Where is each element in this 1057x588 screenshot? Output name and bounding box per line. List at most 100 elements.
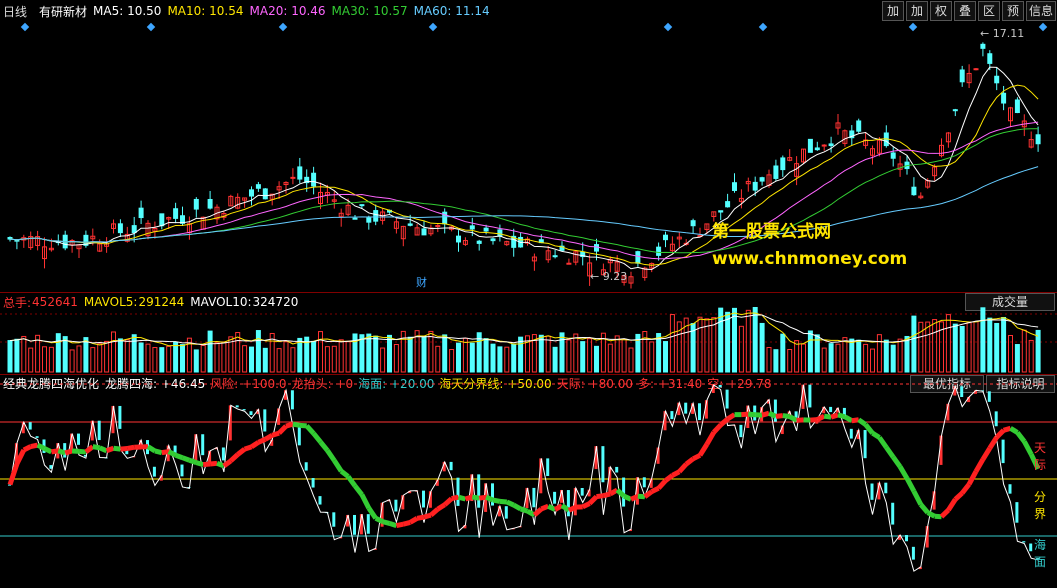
indicator-bar (580, 488, 584, 496)
trend-segment (1022, 440, 1034, 456)
volume-bar (469, 342, 475, 373)
toolbar-button[interactable]: 加 (881, 1, 904, 21)
indicator-bar (504, 506, 508, 519)
trend-segment (332, 459, 344, 473)
candle (987, 53, 993, 64)
trend-segment (863, 423, 875, 435)
candle (359, 204, 365, 207)
period-label[interactable]: 日线 (3, 3, 27, 20)
candle (635, 251, 641, 264)
volume-bar (1021, 329, 1027, 373)
indicator-bar (28, 422, 32, 430)
indicator-bar (1022, 541, 1026, 543)
volume-bar (766, 347, 772, 373)
volume-bar (449, 349, 455, 373)
volume-bar (918, 321, 924, 373)
candle (1001, 92, 1007, 104)
indicator-chart[interactable] (0, 374, 1057, 588)
volume-bar (180, 344, 185, 373)
volume-bar (870, 348, 875, 373)
trend-segment (650, 486, 660, 494)
volume-bar (35, 334, 41, 373)
trend-segment (637, 493, 645, 500)
trend-segment (339, 469, 350, 479)
trend-segment (36, 442, 46, 451)
trend-segment (478, 494, 487, 501)
volume-bar (663, 341, 668, 373)
trend-segment (505, 499, 515, 508)
volume-bar (48, 346, 54, 373)
trend-segment (146, 444, 157, 454)
trend-segment (1015, 430, 1027, 443)
ma-line (9, 166, 1039, 243)
indicator-bar (35, 436, 39, 438)
indicator-bar (566, 490, 570, 517)
volume-bar (559, 332, 565, 373)
volume-bar (787, 349, 793, 373)
trend-segment (567, 504, 577, 513)
volume-bar (159, 347, 165, 373)
trend-segment (602, 491, 611, 499)
trend-segment (14, 448, 27, 466)
trend-segment (423, 512, 432, 520)
volume-bar (669, 314, 675, 373)
indicator-bar (263, 409, 267, 432)
trend-segment (285, 421, 294, 429)
trend-segment (512, 502, 522, 512)
trend-segment (277, 424, 288, 435)
candle (366, 217, 372, 223)
volume-bar (614, 335, 620, 373)
volume-bar (207, 330, 213, 373)
candle (732, 182, 737, 191)
volume-panel[interactable]: 总手: 452641 MAVOL5: 291244 MAVOL10: 32472… (0, 292, 1057, 374)
trend-segment (304, 424, 316, 436)
trend-segment (987, 435, 999, 450)
trend-segment (388, 521, 398, 528)
indicator-bar (960, 386, 964, 398)
toolbar-button[interactable]: 权 (929, 1, 952, 21)
toolbar-button[interactable]: 预 (1001, 1, 1024, 21)
trend-segment (857, 417, 868, 427)
trend-segment (946, 498, 958, 512)
indicator-panel[interactable]: 经典龙腾四海优化 龙腾四海: +46.45 风险: +100.0 龙抬头: +0 海面… (0, 374, 1057, 588)
price-panel[interactable]: ← 17.11 ← 9.23 财 第一股票公式网 www.chnmoney.com (0, 20, 1057, 292)
candle (483, 227, 489, 232)
indicator-bar (1008, 484, 1012, 494)
volume-bar (249, 346, 254, 373)
volume-bar (138, 342, 144, 373)
volume-bar (462, 337, 468, 373)
candle (497, 229, 503, 237)
indicator-bar (642, 477, 646, 488)
trend-segment (823, 413, 832, 420)
indicator-bar (905, 535, 908, 542)
volume-bar (345, 341, 351, 373)
candle (173, 208, 179, 219)
toolbar-button[interactable]: 信息 (1025, 1, 1056, 21)
indicator-bar (987, 391, 991, 402)
trend-segment (250, 440, 260, 449)
candle (780, 157, 786, 171)
ma-line (9, 128, 1039, 254)
candle (311, 172, 317, 187)
trend-segment (939, 508, 951, 519)
indicator-bar (884, 482, 888, 494)
volume-bar (42, 346, 47, 373)
trend-segment (408, 516, 419, 525)
volume-chart[interactable] (0, 292, 1057, 374)
indicator-bar (1029, 543, 1033, 552)
trend-segment (359, 493, 372, 510)
volume-bar (124, 339, 130, 373)
trend-segment (926, 510, 936, 519)
indicator-bar (1015, 502, 1019, 523)
toolbar-button[interactable]: 区 (977, 1, 1000, 21)
trend-segment (581, 501, 591, 510)
toolbar-button[interactable]: 加 (905, 1, 928, 21)
volume-bar (262, 347, 268, 373)
candle (297, 166, 303, 180)
volume-bar (621, 338, 627, 373)
volume-bar (1035, 329, 1041, 373)
trend-segment (966, 470, 979, 486)
toolbar-button[interactable]: 叠 (953, 1, 976, 21)
volume-bar (794, 340, 800, 373)
volume-bar (732, 307, 737, 373)
